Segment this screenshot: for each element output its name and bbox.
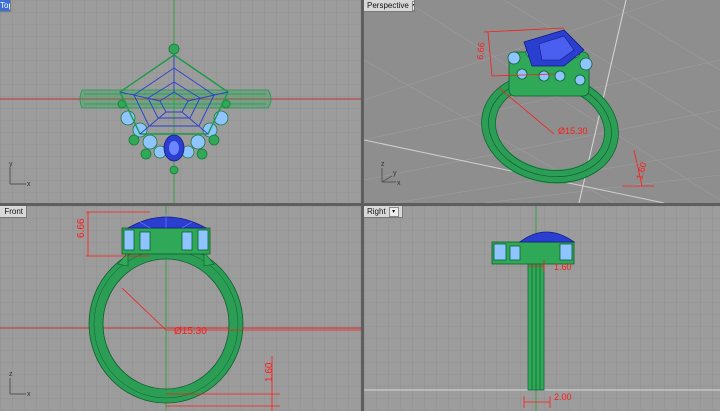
front-axis-z-label: z: [9, 371, 13, 378]
perspective-diameter-dim: Ø15.30: [558, 126, 588, 136]
front-view-canvas: 6.66 Ø15.30 1.60 z x: [0, 206, 361, 411]
persp-axis-y-label: y: [393, 170, 397, 177]
viewport-front-tab[interactable]: Front: [0, 206, 27, 218]
viewport-front[interactable]: 6.66 Ø15.30 1.60 z x Front: [0, 206, 361, 411]
viewport-front-tab-label: Front: [4, 207, 23, 216]
viewport-right-tab[interactable]: Right ▾: [364, 206, 403, 218]
viewport-divider-horizontal[interactable]: [0, 203, 720, 206]
chevron-down-icon[interactable]: ▾: [388, 206, 399, 217]
perspective-view-canvas: 6.66 Ø15.30 1.60 z x y: [364, 0, 720, 203]
chevron-down-icon[interactable]: ▾: [411, 0, 414, 11]
right-base-dim: 2.00: [554, 392, 572, 402]
persp-axis-x-label: x: [397, 180, 401, 187]
viewport-right[interactable]: 1.60 2.00 Right ▾: [364, 206, 720, 411]
front-thickness-dim: 1.60: [264, 362, 275, 382]
viewport-top-tab[interactable]: Top: [0, 0, 11, 12]
setting-right-view: [491, 241, 575, 265]
right-view-canvas: 1.60 2.00: [364, 206, 720, 411]
viewport-perspective-tab[interactable]: Perspective ▾: [364, 0, 415, 12]
axis-x-label: x: [27, 181, 31, 188]
accent-oval-highlight: [169, 141, 179, 155]
viewport-perspective[interactable]: 6.66 Ø15.30 1.60 z x y Perspective ▾: [364, 0, 720, 203]
front-height-dim: 6.66: [76, 218, 87, 238]
persp-axis-z-label: z: [381, 161, 385, 168]
top-view-canvas: y x: [0, 0, 361, 203]
axis-y-label: y: [9, 161, 13, 168]
front-diameter-dim: Ø15.30: [174, 326, 207, 337]
viewport-perspective-tab-label: Perspective: [367, 1, 409, 10]
viewport-top-tab-label: Top: [0, 1, 10, 10]
shank-right-view: [527, 255, 545, 391]
front-axis-x-label: x: [27, 391, 31, 398]
setting-front: [121, 227, 211, 255]
right-width-dim: 1.60: [554, 262, 572, 272]
viewport-right-tab-label: Right: [367, 207, 386, 216]
viewport-top[interactable]: y x Top: [0, 0, 361, 203]
perspective-height-dim: 6.66: [475, 42, 486, 60]
